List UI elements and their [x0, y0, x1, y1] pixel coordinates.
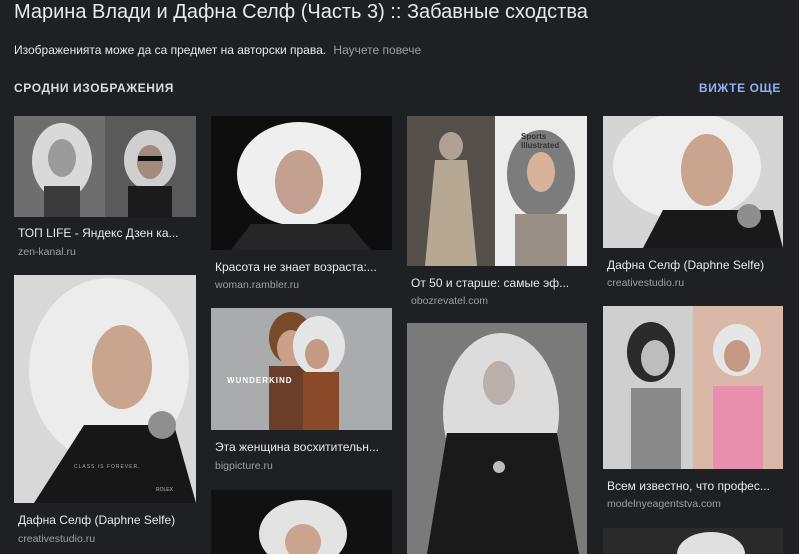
image-caption: ТОП LIFE - Яндекс Дзен ка...	[18, 226, 179, 240]
class-is-forever-text: CLASS IS FOREVER.	[74, 464, 141, 470]
image-source: bigpicture.ru	[215, 460, 273, 472]
image-caption: Всем известно, что профес...	[607, 479, 770, 493]
related-image-thumbnail[interactable]: Sports Illustrated	[407, 116, 587, 266]
copyright-notice: Изображенията може да са предмет на авто…	[14, 43, 421, 57]
related-image-card-8[interactable]: Всем известно, что профес... modelnyeage…	[603, 306, 783, 516]
related-image-card-7[interactable]	[407, 323, 587, 554]
image-source: zen-kanal.ru	[18, 246, 76, 258]
related-image-thumbnail[interactable]	[211, 116, 392, 250]
related-image-card-5[interactable]: CLASS IS FOREVER. ROLEX Дафна Селф (Daph…	[14, 275, 196, 550]
related-image-thumbnail[interactable]: WUNDERKIND	[211, 308, 392, 430]
learn-more-link[interactable]: Научете повече	[333, 43, 421, 57]
image-source: modelnyeagentstva.com	[607, 498, 721, 510]
rolex-logo-text: ROLEX	[156, 487, 173, 493]
related-image-thumbnail[interactable]	[603, 116, 783, 248]
related-image-card-1[interactable]: ТОП LIFE - Яндекс Дзен ка... zen-kanal.r…	[14, 116, 196, 262]
related-image-card-4[interactable]: Дафна Селф (Daphne Selfe) creativestudio…	[603, 116, 783, 294]
image-caption: От 50 и старше: самые эф...	[411, 276, 570, 290]
copyright-text: Изображенията може да са предмет на авто…	[14, 43, 327, 57]
see-more-link[interactable]: ВИЖТЕ ОЩЕ	[699, 81, 781, 95]
related-image-card-2[interactable]: Красота не знает возраста:... woman.ramb…	[211, 116, 392, 296]
related-image-thumbnail[interactable]: CLASS IS FOREVER. ROLEX	[14, 275, 196, 503]
image-caption: Эта женщина восхитительн...	[215, 440, 379, 454]
related-image-thumbnail[interactable]	[407, 323, 587, 554]
image-caption: Красота не знает возраста:...	[215, 260, 377, 274]
image-caption: Дафна Селф (Daphne Selfe)	[18, 513, 176, 527]
image-source: creativestudio.ru	[18, 533, 96, 545]
related-image-thumbnail[interactable]	[603, 306, 783, 469]
related-images-heading: СРОДНИ ИЗОБРАЖЕНИЯ	[14, 81, 174, 95]
page-title: Марина Влади и Дафна Селф (Часть 3) :: З…	[14, 1, 588, 23]
related-image-card-6[interactable]: WUNDERKIND Эта женщина восхитительн... b…	[211, 308, 392, 478]
wunderkind-logo-text: WUNDERKIND	[227, 376, 293, 385]
image-source: obozrevatel.com	[411, 295, 489, 307]
image-caption: Дафна Селф (Daphne Selfe)	[607, 258, 765, 272]
related-image-card-9[interactable]	[211, 490, 392, 554]
sports-illustrated-logo-text: Sports Illustrated	[521, 132, 560, 150]
related-image-card-10[interactable]	[603, 528, 783, 554]
related-image-card-3[interactable]: Sports Illustrated От 50 и старше: самые…	[407, 116, 587, 311]
image-source: woman.rambler.ru	[215, 279, 300, 291]
related-image-thumbnail[interactable]	[14, 116, 196, 217]
related-image-thumbnail[interactable]	[603, 528, 783, 554]
image-source: creativestudio.ru	[607, 277, 685, 289]
related-image-thumbnail[interactable]	[211, 490, 392, 554]
